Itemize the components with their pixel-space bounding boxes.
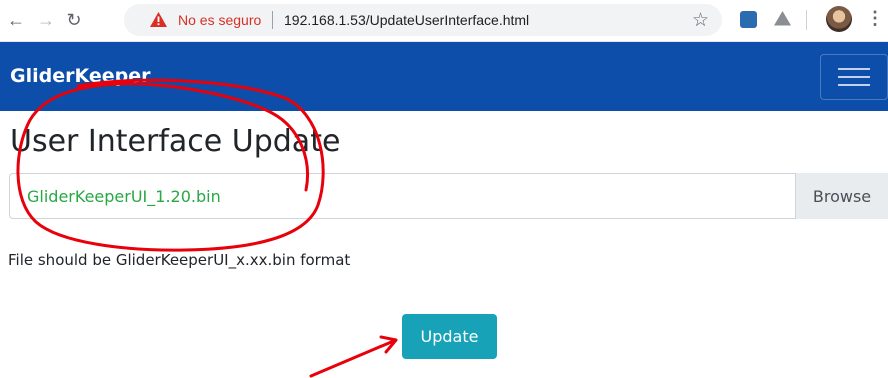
reload-icon[interactable]: ↻ — [62, 8, 86, 32]
selected-file-name: GliderKeeperUI_1.20.bin — [27, 187, 221, 206]
kebab-menu-icon[interactable]: ⋮ — [866, 8, 884, 29]
omnibox-divider — [272, 11, 273, 29]
page: ← → ↻ No es seguro 192.168.1.53/UpdateUs… — [0, 0, 888, 378]
browser-toolbar: ← → ↻ No es seguro 192.168.1.53/UpdateUs… — [0, 0, 888, 42]
address-bar[interactable]: No es seguro 192.168.1.53/UpdateUserInte… — [124, 4, 722, 36]
avatar[interactable] — [826, 6, 852, 32]
hamburger-icon[interactable] — [820, 54, 888, 100]
warning-triangle-icon — [150, 12, 167, 27]
arrow-right-icon[interactable]: → — [34, 8, 58, 32]
download-extension-icon[interactable] — [740, 11, 757, 28]
page-title: User Interface Update — [10, 124, 341, 159]
drive-extension-icon[interactable] — [774, 11, 791, 26]
hand-drawn-arrow — [309, 335, 398, 378]
toolbar-divider — [806, 10, 807, 30]
security-label[interactable]: No es seguro — [178, 12, 261, 28]
star-icon[interactable]: ☆ — [692, 9, 709, 32]
arrow-left-icon[interactable]: ← — [4, 8, 28, 32]
app-navbar: GliderKeeper — [0, 42, 888, 111]
update-button[interactable]: Update — [402, 314, 497, 359]
file-input[interactable]: GliderKeeperUI_1.20.bin Browse — [9, 173, 888, 219]
help-text: File should be GliderKeeperUI_x.xx.bin f… — [8, 251, 351, 269]
browse-button[interactable]: Browse — [795, 173, 888, 219]
url-text[interactable]: 192.168.1.53/UpdateUserInterface.html — [284, 12, 529, 28]
brand-logo[interactable]: GliderKeeper — [10, 65, 151, 87]
